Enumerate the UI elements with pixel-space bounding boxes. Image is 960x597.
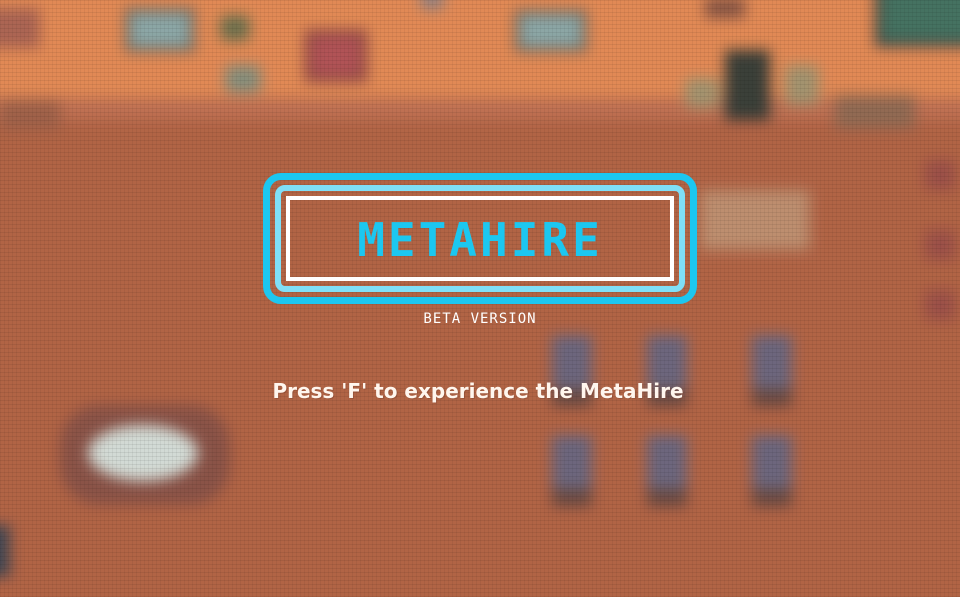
title-logo-frame: METAHIRE — [263, 173, 697, 304]
version-label: BETA VERSION — [423, 311, 537, 327]
game-title: METAHIRE — [357, 213, 603, 267]
start-prompt: Press 'F' to experience the MetaHire — [272, 379, 684, 403]
